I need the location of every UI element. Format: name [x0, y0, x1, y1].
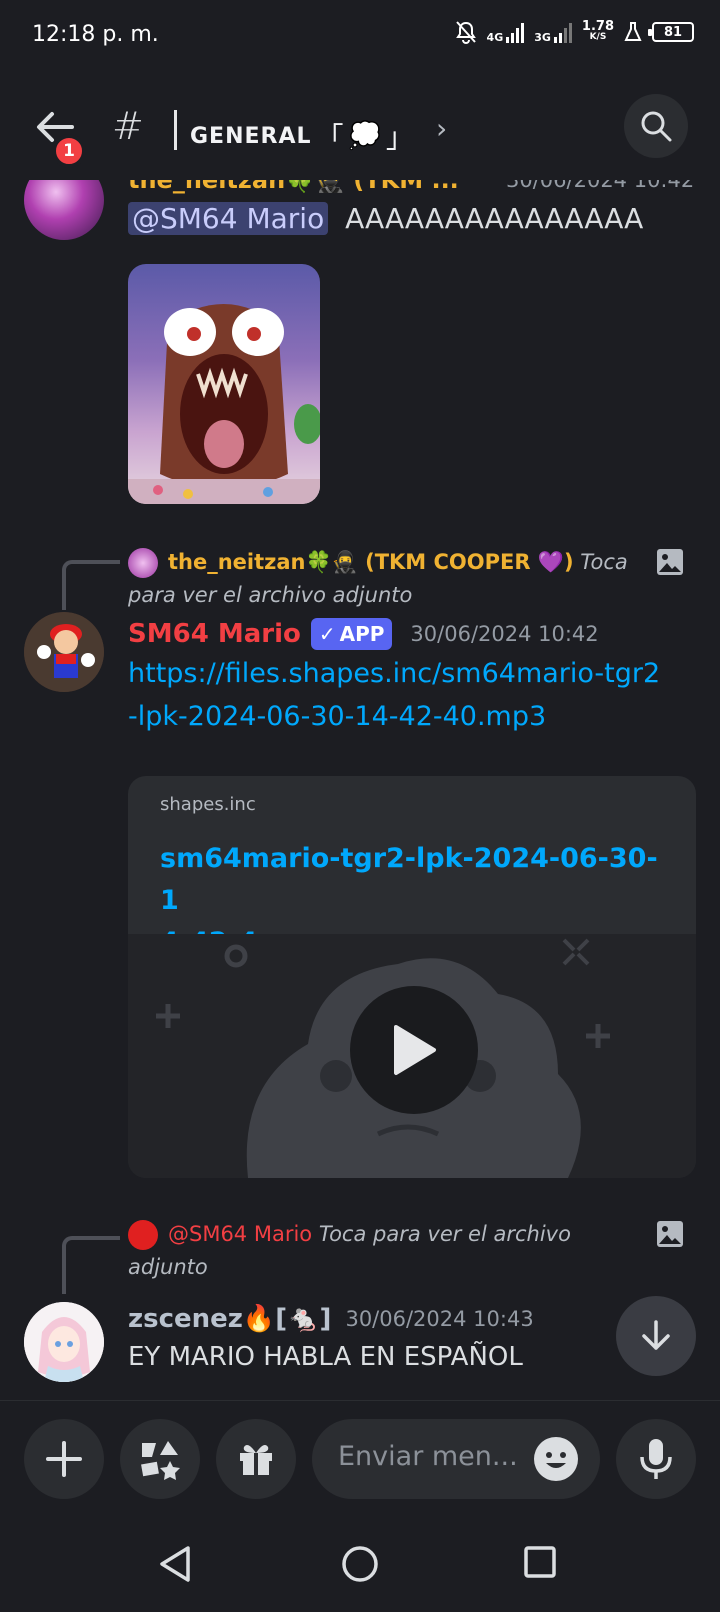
nav-back-button[interactable]	[158, 1544, 192, 1588]
circle-home-icon	[342, 1546, 378, 1582]
message-header: zscenez🔥[🐁] 30/06/2024 10:43	[128, 1304, 534, 1334]
message-author[interactable]: zscenez🔥[🐁]	[128, 1304, 331, 1334]
message-text: EY MARIO HABLA EN ESPAÑOL	[128, 1342, 523, 1372]
signal-icon-1	[506, 21, 525, 43]
reply-author: @SM64 Mario	[168, 1222, 313, 1246]
message-text: AAAAAAAAAAAAAAA	[345, 202, 644, 235]
message-author[interactable]: SM64 Mario	[128, 619, 301, 649]
reply-text-2: para ver el archivo adjunto	[128, 583, 413, 607]
search-icon	[641, 111, 672, 142]
message-header: SM64 Mario ✓ APP 30/06/2024 10:42	[128, 618, 599, 650]
battery-icon: 81	[648, 22, 694, 42]
avatar[interactable]	[24, 180, 104, 240]
reply-connector	[62, 560, 120, 610]
channel-bracket-open: 「	[315, 121, 345, 154]
channel-bracket-close: 」	[385, 121, 415, 154]
message-3: @SM64 Mario Toca para ver el archivo adj…	[0, 1212, 720, 1400]
message-timestamp: 30/06/2024 10:42	[506, 180, 695, 192]
creature-image	[128, 304, 320, 504]
reply-preview[interactable]: the_neitzan🍀🥷 (TKM COOPER 💜) Toca para v…	[128, 546, 648, 612]
voice-message-button[interactable]	[616, 1419, 696, 1499]
embed-title-line-1: sm64mario-tgr2-lpk-2024-06-30-1	[160, 843, 658, 916]
emoji-button[interactable]	[534, 1437, 578, 1481]
message-link[interactable]: https://files.shapes.inc/sm64mario-tgr2 …	[128, 652, 660, 738]
nav-home-button[interactable]	[340, 1544, 380, 1588]
image-icon	[656, 548, 684, 580]
link-embed[interactable]: shapes.inc sm64mario-tgr2-lpk-2024-06-30…	[128, 776, 696, 1178]
mario-avatar-image	[24, 612, 104, 692]
avatar[interactable]	[24, 1302, 104, 1382]
play-button[interactable]	[350, 986, 478, 1114]
app-badge-label: APP	[339, 622, 385, 646]
status-bar: 12:18 p. m. 4G 3G 1.78 K/S 81	[0, 0, 720, 72]
nav-recents-button[interactable]	[522, 1544, 558, 1584]
anime-avatar-image	[24, 1302, 104, 1382]
triangle-back-icon	[160, 1546, 190, 1582]
play-icon	[394, 1025, 436, 1075]
status-icons: 4G 3G 1.78 K/S 81	[455, 20, 694, 44]
reply-author: the_neitzan🍀🥷 (TKM COOPER 💜)	[168, 550, 574, 574]
smiley-icon	[546, 1452, 566, 1468]
image-icon	[656, 1220, 684, 1252]
channel-name: GENERAL	[190, 123, 312, 149]
message-input[interactable]: Enviar men...	[312, 1419, 600, 1499]
add-attachment-button[interactable]	[24, 1419, 104, 1499]
system-nav-bar	[0, 1516, 720, 1612]
net-speed: 1.78 K/S	[581, 19, 614, 43]
chevron-right-icon[interactable]: ›	[436, 112, 447, 145]
net-speed-unit: K/S	[589, 32, 607, 42]
mute-bell-icon	[455, 21, 476, 44]
thought-bubble-icon: 💭	[348, 121, 382, 151]
message-timestamp: 30/06/2024 10:42	[410, 622, 599, 646]
network-label-2: 3G	[534, 31, 551, 44]
reply-connector	[62, 1236, 120, 1294]
arrow-down-icon	[642, 1320, 670, 1350]
jump-to-latest-button[interactable]	[616, 1296, 696, 1376]
reply-text-1: Toca para ver el archivo	[318, 1222, 571, 1246]
reply-preview[interactable]: @SM64 Mario Toca para ver el archivo adj…	[128, 1218, 648, 1284]
link-line-2: -lpk-2024-06-30-14-42-40.mp3	[128, 701, 547, 732]
flask-icon	[624, 22, 642, 41]
gift-icon	[240, 1445, 272, 1475]
message-author[interactable]: the_neitzan🍀🥷 (TKM ...	[128, 180, 459, 194]
app-badge: ✓ APP	[310, 618, 393, 650]
status-time: 12:18 p. m.	[32, 22, 159, 47]
message-input-placeholder: Enviar men...	[338, 1441, 518, 1472]
plus-icon	[46, 1441, 82, 1477]
embed-provider: shapes.inc	[160, 794, 256, 815]
embed-media[interactable]	[128, 934, 696, 1178]
channel-header: 1 # GENERAL 「 💭 」 ›	[0, 72, 720, 180]
gift-button[interactable]	[216, 1419, 296, 1499]
image-attachment[interactable]	[128, 264, 320, 504]
net-speed-value: 1.78	[581, 19, 614, 34]
title-divider	[174, 110, 177, 150]
link-line-1: https://files.shapes.inc/sm64mario-tgr2	[128, 658, 661, 689]
channel-title[interactable]: GENERAL 「 💭 」	[190, 116, 415, 156]
user-mention[interactable]: @SM64 Mario	[128, 202, 329, 235]
reply-text-2: adjunto	[128, 1255, 208, 1279]
signal-icon-2	[553, 21, 572, 43]
apps-icon	[141, 1441, 180, 1480]
message-timestamp: 30/06/2024 10:43	[345, 1307, 534, 1331]
square-recents-icon	[524, 1546, 556, 1578]
network-label-1: 4G	[486, 31, 504, 44]
check-icon: ✓	[318, 622, 336, 646]
search-button[interactable]	[624, 94, 688, 158]
unread-badge: 1	[52, 134, 86, 168]
apps-button[interactable]	[120, 1419, 200, 1499]
avatar[interactable]	[24, 612, 104, 692]
message-content: @SM64 Mario AAAAAAAAAAAAAAA	[128, 202, 643, 235]
hash-icon: #	[112, 104, 144, 148]
message-composer: Enviar men...	[0, 1400, 720, 1516]
message-1: the_neitzan🍀🥷 (TKM ... 30/06/2024 10:42 …	[0, 180, 720, 510]
reply-text-1: Toca	[580, 550, 628, 574]
microphone-icon	[640, 1439, 672, 1479]
